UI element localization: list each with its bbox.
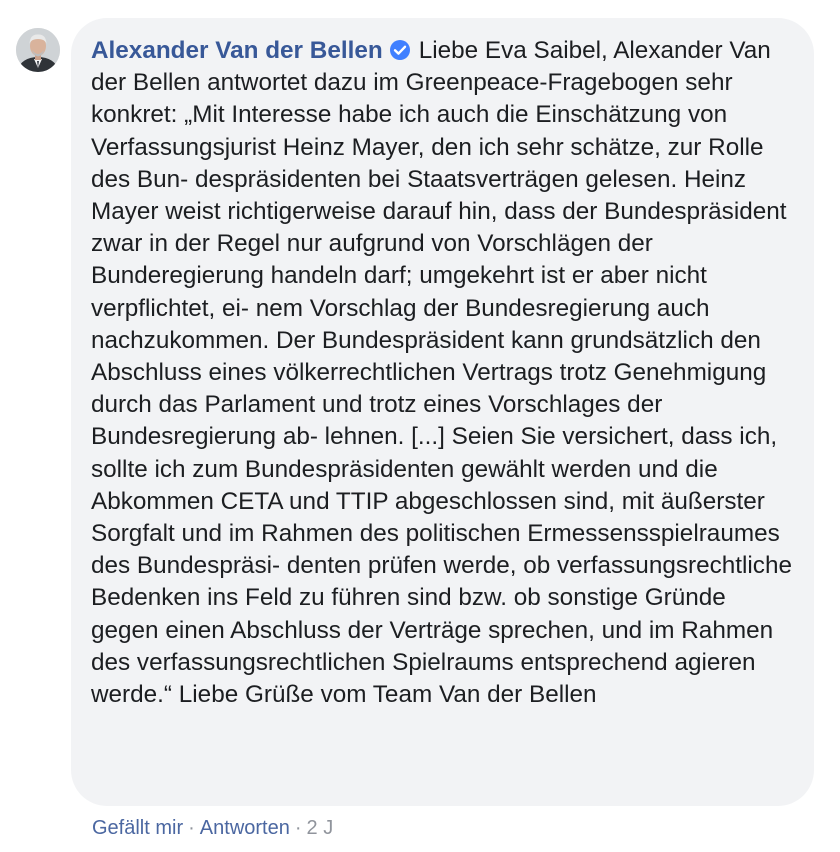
- separator: ·: [294, 817, 302, 839]
- author-name[interactable]: Alexander Van der Bellen: [91, 37, 383, 64]
- like-link[interactable]: Gefällt mir: [92, 817, 183, 839]
- author-avatar[interactable]: [16, 28, 60, 72]
- timestamp[interactable]: 2 J: [307, 817, 334, 839]
- verified-badge-icon: [389, 38, 411, 60]
- reply-link[interactable]: Antworten: [200, 817, 290, 839]
- comment-text: Liebe Eva Saibel, Alexander Van der Bell…: [91, 37, 792, 709]
- comment-bubble: Alexander Van der Bellen Liebe Eva Saibel…: [71, 18, 814, 806]
- profile-photo: [16, 28, 60, 72]
- separator: ·: [188, 817, 195, 839]
- comment-body: Alexander Van der Bellen Liebe Eva Saibel…: [91, 35, 799, 711]
- comment-actions: Gefällt mir · Antworten · 2 J: [92, 816, 333, 840]
